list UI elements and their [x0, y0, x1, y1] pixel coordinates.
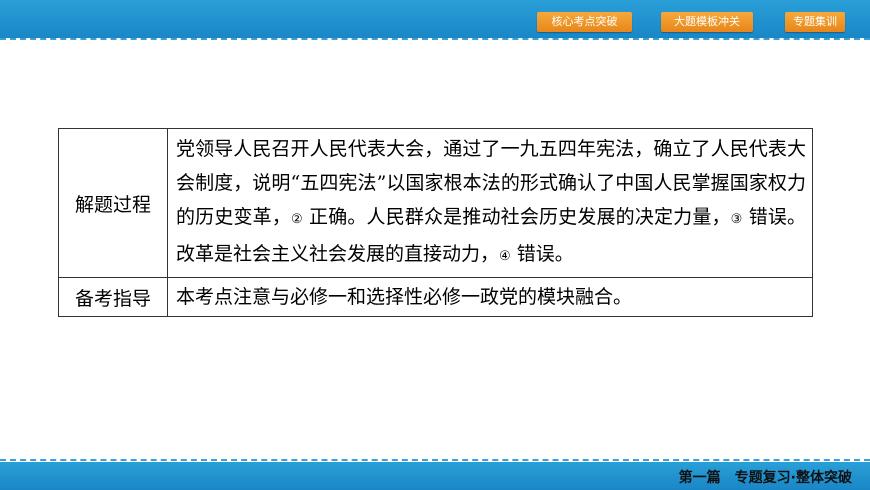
footer-title: 第一篇 专题复习·整体突破 — [678, 470, 852, 486]
guidance-text: 本考点注意与必修一和选择性必修一政党的模块融合。 — [167, 277, 813, 317]
footer-divider — [0, 459, 870, 461]
content-table: 解题过程 党领导人民召开人民代表大会，通过了一九五四年宪法，确立了人民代表大会制… — [58, 128, 813, 317]
table-row: 备考指导 本考点注意与必修一和选择性必修一政党的模块融合。 — [58, 277, 813, 317]
row-label-guidance: 备考指导 — [58, 277, 168, 317]
table-row: 解题过程 党领导人民召开人民代表大会，通过了一九五四年宪法，确立了人民代表大会制… — [58, 128, 813, 278]
header-divider — [0, 38, 870, 40]
row-label-solution: 解题过程 — [58, 128, 168, 278]
circled-number: ④ — [499, 249, 511, 264]
solution-text: 党领导人民召开人民代表大会，通过了一九五四年宪法，确立了人民代表大会制度，说明“… — [167, 128, 813, 278]
template-practice-button[interactable]: 大题模板冲关 — [661, 12, 753, 32]
core-points-button[interactable]: 核心考点突破 — [537, 12, 632, 32]
topic-collection-button[interactable]: 专题集训 — [785, 12, 845, 32]
circled-number: ③ — [730, 212, 743, 227]
circled-number: ② — [291, 212, 303, 227]
